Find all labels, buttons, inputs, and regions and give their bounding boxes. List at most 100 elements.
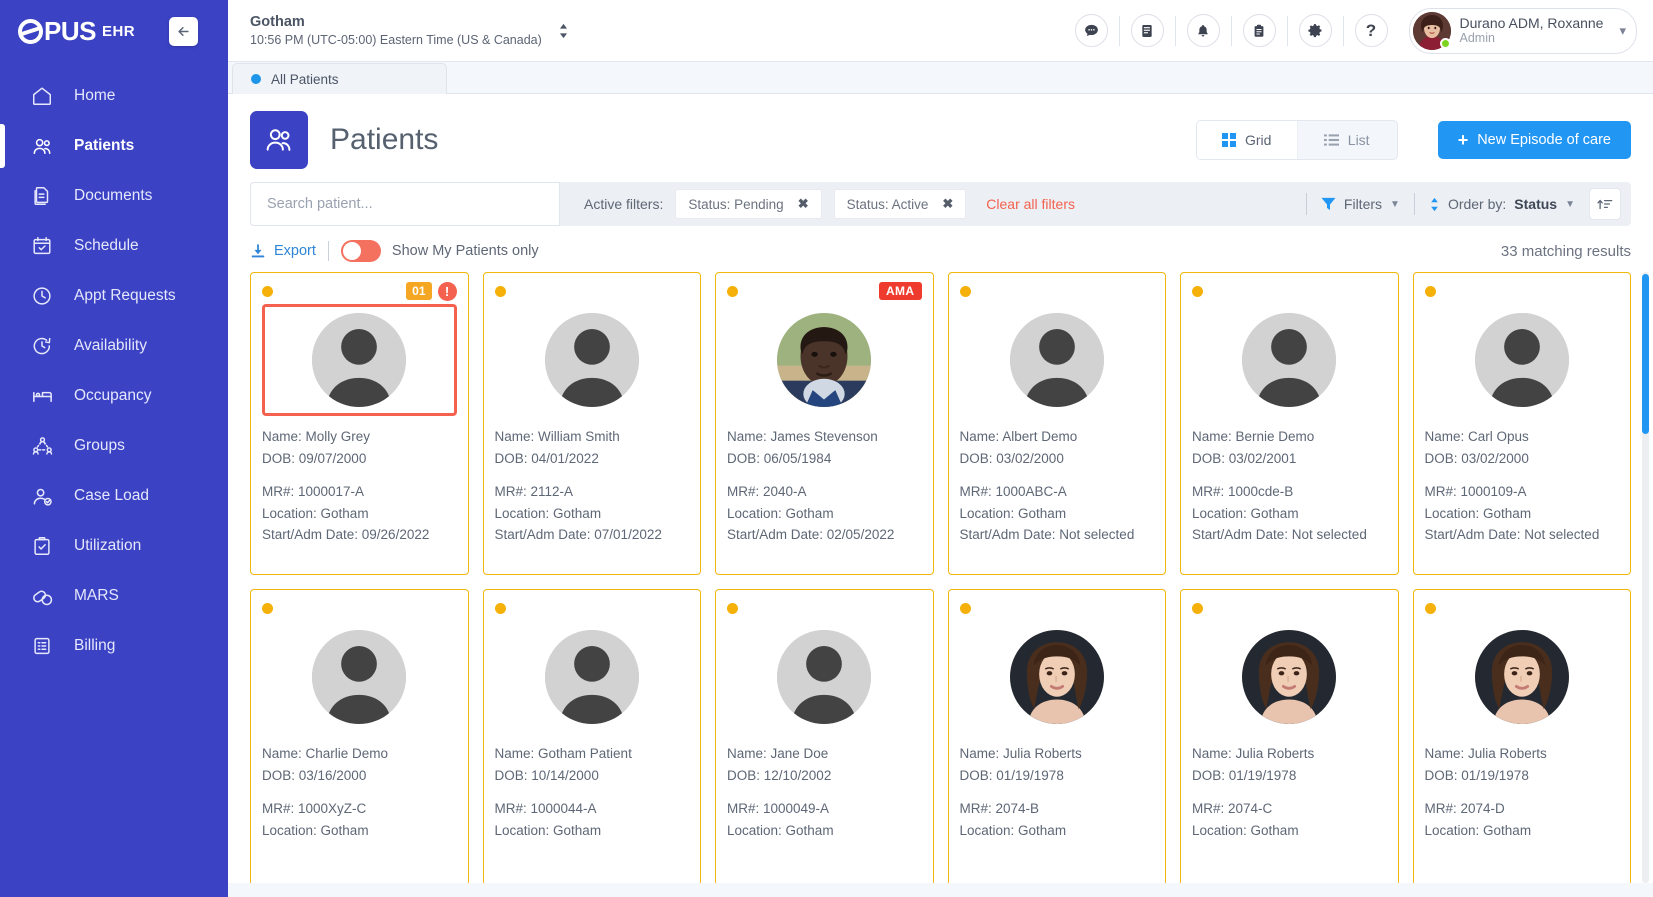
facility-name: Gotham	[250, 13, 305, 30]
view-toggle-grid[interactable]: Grid	[1196, 121, 1297, 159]
filters-dropdown[interactable]: Filters ▼	[1321, 196, 1400, 212]
patient-location: Location: Gotham	[959, 822, 1067, 838]
tab-status-dot-icon	[251, 74, 261, 84]
alert-icon[interactable]: !	[437, 281, 457, 301]
patient-photo-frame[interactable]	[960, 621, 1155, 733]
sidebar-item-label: Documents	[74, 187, 153, 204]
content-panel: Patients Grid List + New Episode of care	[228, 94, 1653, 897]
patient-card[interactable]: Name: Carl Opus DOB: 03/02/2000 MR#: 10001…	[1412, 272, 1631, 575]
tab-strip: All Patients	[228, 62, 1653, 94]
facility-selector[interactable]: Gotham 10:56 PM (UTC-05:00) Eastern Time…	[250, 13, 542, 49]
view-toggle-list[interactable]: List	[1297, 121, 1397, 159]
status-dot-icon	[262, 602, 273, 614]
view-toggle: Grid List	[1195, 120, 1398, 160]
patient-photo-frame[interactable]	[495, 621, 690, 733]
user-menu[interactable]: Durano ADM, Roxanne Admin ▾	[1408, 7, 1637, 54]
patient-mr-number: MR#: 1000049-A	[727, 800, 830, 816]
export-button[interactable]: Export	[250, 243, 316, 259]
patient-location: Location: Gotham	[727, 505, 834, 521]
book-icon	[1142, 24, 1152, 37]
sidebar-item-availability[interactable]: Availability	[0, 321, 228, 371]
chevron-down-icon: ▾	[1619, 22, 1626, 38]
patient-card[interactable]: AMA Name: James Stevenson DOB: 06/05/1984 M…	[715, 272, 934, 575]
gear-icon	[1307, 24, 1321, 38]
tab-all-patients[interactable]: All Patients	[232, 63, 447, 94]
card-header	[494, 599, 690, 617]
chat-button[interactable]	[1074, 14, 1108, 47]
patient-avatar	[1474, 313, 1569, 407]
notes-button[interactable]	[1130, 14, 1164, 47]
sidebar-item-label: Case Load	[74, 487, 149, 504]
patient-card[interactable]: Name: Julia Roberts DOB: 01/19/1978 MR#: 2…	[1180, 589, 1399, 883]
patient-card[interactable]: Name: Charlie Demo DOB: 03/16/2000 MR#: 10…	[250, 589, 469, 883]
filter-chip-status-active[interactable]: Status: Active ✖	[833, 189, 967, 219]
sidebar-nav: Home Patients Documents Schedule Appt Re…	[0, 71, 228, 671]
patient-photo-frame[interactable]	[1425, 304, 1620, 416]
patient-card[interactable]: Name: Jane Doe DOB: 12/10/2002 MR#: 100004…	[715, 589, 934, 883]
sidebar-item-utilization[interactable]: Utilization	[0, 521, 228, 571]
patient-photo-frame[interactable]	[960, 304, 1155, 416]
patient-start-date: Start/Adm Date: 02/05/2022	[727, 527, 895, 543]
patient-card[interactable]: Name: Gotham Patient DOB: 10/14/2000 MR#: …	[482, 589, 701, 883]
patient-card[interactable]: Name: Julia Roberts DOB: 01/19/1978 MR#: 2…	[947, 589, 1166, 883]
sidebar-item-documents[interactable]: Documents	[0, 171, 228, 221]
patient-card[interactable]: Name: William Smith DOB: 04/01/2022 MR#: 2…	[482, 272, 701, 575]
search-input[interactable]: Search patient...	[250, 182, 560, 226]
status-dot-icon	[727, 602, 738, 614]
clipboard-check-icon	[30, 534, 54, 558]
help-button[interactable]: ?	[1354, 14, 1388, 47]
vertical-scrollbar[interactable]	[1642, 272, 1649, 883]
sidebar-item-groups[interactable]: Groups	[0, 421, 228, 471]
patient-photo-frame[interactable]	[1192, 304, 1387, 416]
sidebar-item-occupancy[interactable]: Occupancy	[0, 371, 228, 421]
show-my-patients-toggle[interactable]	[340, 240, 381, 262]
sort-direction-button[interactable]	[1589, 188, 1621, 220]
new-episode-of-care-button[interactable]: + New Episode of care	[1437, 121, 1631, 159]
close-icon[interactable]: ✖	[942, 196, 953, 212]
card-header	[262, 599, 457, 617]
patient-photo-frame[interactable]	[1192, 621, 1387, 733]
patient-photo-frame[interactable]	[262, 304, 457, 416]
patient-location: Location: Gotham	[262, 505, 369, 521]
facility-switch-button[interactable]	[558, 23, 569, 39]
sidebar-item-schedule[interactable]: Schedule	[0, 221, 228, 271]
groups-icon	[30, 434, 54, 458]
close-icon[interactable]: ✖	[798, 196, 809, 212]
patient-avatar	[1009, 313, 1104, 407]
order-by-label: Order by:	[1447, 196, 1507, 212]
sidebar-item-case-load[interactable]: Case Load	[0, 471, 228, 521]
tasks-button[interactable]	[1242, 14, 1276, 47]
clear-all-filters-link[interactable]: Clear all filters	[986, 196, 1075, 212]
sidebar-item-mars[interactable]: MARS	[0, 571, 228, 621]
patient-photo-frame[interactable]	[727, 304, 922, 416]
notifications-button[interactable]	[1186, 14, 1220, 47]
episode-count-badge: 01	[406, 282, 432, 300]
patient-name: Name: Carl Opus	[1424, 429, 1529, 444]
patient-details: Name: Julia Roberts DOB: 01/19/1978 MR#: 2…	[960, 743, 1155, 841]
patient-avatar	[1242, 313, 1337, 407]
patient-card[interactable]: Name: Julia Roberts DOB: 01/19/1978 MR#: 2…	[1412, 589, 1631, 883]
help-icon: ?	[1365, 20, 1377, 40]
sidebar-item-patients[interactable]: Patients	[0, 121, 228, 171]
patient-card[interactable]: Name: Albert Demo DOB: 03/02/2000 MR#: 100…	[947, 272, 1166, 575]
sidebar-item-appt-requests[interactable]: Appt Requests	[0, 271, 228, 321]
patient-photo-frame[interactable]	[495, 304, 690, 416]
patient-card[interactable]: Name: Bernie Demo DOB: 03/02/2001 MR#: 100…	[1180, 272, 1399, 575]
online-status-dot	[1439, 37, 1451, 49]
sidebar-item-home[interactable]: Home	[0, 71, 228, 121]
patient-dob: DOB: 12/10/2002	[727, 767, 832, 783]
order-by-dropdown[interactable]: Order by: Status ▼	[1429, 196, 1575, 212]
sidebar-collapse-button[interactable]	[169, 16, 199, 46]
opus-o-icon	[18, 18, 43, 44]
scrollbar-thumb[interactable]	[1642, 274, 1649, 434]
settings-button[interactable]	[1298, 14, 1332, 47]
sidebar-item-billing[interactable]: Billing	[0, 621, 228, 671]
status-dot-icon	[959, 285, 971, 297]
patient-card[interactable]: 01! Name: Molly Grey DOB: 09/07/2000 MR#: 1…	[250, 272, 469, 575]
patient-photo-frame[interactable]	[727, 621, 922, 733]
card-header	[1192, 599, 1387, 617]
patient-mr-number: MR#: 2074-B	[959, 800, 1040, 816]
filter-chip-status-pending[interactable]: Status: Pending ✖	[675, 189, 822, 219]
patient-photo-frame[interactable]	[262, 621, 457, 733]
patient-photo-frame[interactable]	[1425, 621, 1620, 733]
